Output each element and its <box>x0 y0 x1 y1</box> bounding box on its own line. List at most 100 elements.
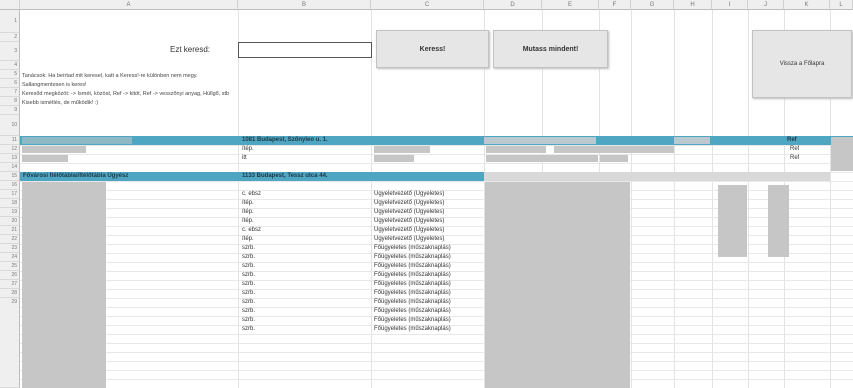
redacted-block <box>22 182 106 388</box>
redacted-block <box>22 137 132 144</box>
select-all-corner[interactable] <box>0 0 20 10</box>
row-header[interactable]: 25 <box>0 262 20 271</box>
row-header[interactable]: 21 <box>0 226 20 235</box>
list-item-col-b: c. ebsz <box>242 227 262 233</box>
list-item-col-c: Ügyeletvezető (Ügyeletes) <box>374 209 445 215</box>
list-item-col-b: szrb. <box>242 326 256 332</box>
list-item-col-b: szrb. <box>242 299 256 305</box>
notes-line: Kisebb ismétlés, de működik! :) <box>22 100 99 106</box>
row-header[interactable]: 6 <box>0 79 20 88</box>
row-header[interactable]: 7 <box>0 88 20 97</box>
list-item-col-b: ítép. <box>242 200 254 206</box>
show-all-button[interactable]: Mutass mindent! <box>493 30 608 68</box>
row-header[interactable]: 2 <box>0 33 20 42</box>
row-header[interactable]: 20 <box>0 217 20 226</box>
list-item-col-b: szrb. <box>242 254 256 260</box>
column-header-j[interactable]: J <box>748 0 784 10</box>
list-item-col-c: Ügyeletvezető (Ügyeletes) <box>374 191 445 197</box>
row-header[interactable]: 5 <box>0 70 20 79</box>
column-header-g[interactable]: G <box>631 0 674 10</box>
row-header[interactable]: 13 <box>0 154 20 163</box>
row-header[interactable]: 24 <box>0 253 20 262</box>
list-item-col-b: szrb. <box>242 245 256 251</box>
row-header[interactable]: 9 <box>0 106 20 115</box>
list-item-col-c: Főügyeletes (műszaknaplás) <box>374 263 451 269</box>
row-13-b: 1133 Budapest, Tessz utca 44. <box>242 173 328 179</box>
redacted-block <box>768 185 789 257</box>
row-header[interactable]: 12 <box>0 145 20 154</box>
back-to-home-button[interactable]: Vissza a Főlapra <box>752 30 852 98</box>
row-10-k: Ref <box>787 137 797 143</box>
column-header-i[interactable]: I <box>712 0 748 10</box>
header-band-row-13-ext <box>484 172 830 181</box>
list-item-col-c: Ügyeletvezető (Ügyeletes) <box>374 218 445 224</box>
row-header[interactable]: 18 <box>0 199 20 208</box>
row-header[interactable]: 29 <box>0 298 20 388</box>
redacted-block <box>600 155 628 162</box>
list-item-col-b: ítép. <box>242 236 254 242</box>
redacted-block <box>554 146 674 153</box>
list-item-col-c: Főügyeletes (műszaknaplás) <box>374 290 451 296</box>
row-header[interactable]: 22 <box>0 235 20 244</box>
list-item-col-c: Főügyeletes (műszaknaplás) <box>374 317 451 323</box>
search-label: Ezt keresd: <box>170 45 211 54</box>
column-header-f[interactable]: F <box>599 0 631 10</box>
row-header[interactable]: 10 <box>0 115 20 136</box>
redacted-block <box>22 146 86 153</box>
notes-line: Keresőd megközöt: -> Ismét, közöst, Ref … <box>22 91 230 97</box>
redacted-block <box>22 155 68 162</box>
row-header[interactable]: 28 <box>0 289 20 298</box>
row-header[interactable]: 14 <box>0 163 20 172</box>
list-item-col-c: Főügyeletes (műszaknaplás) <box>374 326 451 332</box>
notes-line: Sallangmentesen is keres! <box>22 82 87 88</box>
row-header[interactable]: 27 <box>0 280 20 289</box>
row-header[interactable]: 15 <box>0 172 20 181</box>
column-header-l[interactable]: L <box>830 0 853 10</box>
row-10-address: 1081 Budapest, Szőnyleo u. 1. <box>242 137 328 143</box>
row-header[interactable]: 17 <box>0 190 20 199</box>
redacted-block <box>374 146 430 153</box>
redacted-block <box>484 137 596 144</box>
row-header[interactable]: 26 <box>0 271 20 280</box>
row-12-k: Ref <box>790 155 800 161</box>
row-header[interactable]: 23 <box>0 244 20 253</box>
row-header[interactable]: 11 <box>0 136 20 145</box>
spreadsheet: A B C D E F G H I J K L 1 2 3 4 5 6 7 8 … <box>0 0 853 388</box>
list-item-col-b: szrb. <box>242 281 256 287</box>
redacted-block <box>718 185 747 257</box>
redacted-block <box>374 155 414 162</box>
header-band-row-10 <box>20 136 853 145</box>
list-item-col-c: Ügyeletvezető (Ügyeletes) <box>374 200 445 206</box>
list-item-col-c: Főügyeletes (műszaknaplás) <box>374 272 451 278</box>
list-item-col-c: Főügyeletes (műszaknaplás) <box>374 254 451 260</box>
column-header-c[interactable]: C <box>371 0 484 10</box>
list-item-col-b: szrb. <box>242 272 256 278</box>
redacted-block <box>486 146 546 153</box>
column-header-k[interactable]: K <box>784 0 830 10</box>
column-header-b[interactable]: B <box>238 0 371 10</box>
list-item-col-b: szrb. <box>242 317 256 323</box>
row-11-k: Ref <box>790 146 800 152</box>
column-header-d[interactable]: D <box>484 0 542 10</box>
list-item-col-c: Ügyeletvezető (Ügyeletes) <box>374 227 445 233</box>
search-button[interactable]: Keress! <box>376 30 489 68</box>
row-header[interactable]: 16 <box>0 181 20 190</box>
redacted-block <box>831 137 853 171</box>
list-item-col-b: szrb. <box>242 263 256 269</box>
list-item-col-b: c. ebsz <box>242 191 262 197</box>
list-item-col-b: ítép. <box>242 209 254 215</box>
search-input[interactable] <box>238 42 372 58</box>
row-header[interactable]: 8 <box>0 97 20 106</box>
row-header[interactable]: 3 <box>0 42 20 61</box>
row-header[interactable]: 19 <box>0 208 20 217</box>
column-header-h[interactable]: H <box>674 0 712 10</box>
redacted-block <box>674 137 710 144</box>
redacted-block <box>485 182 630 388</box>
column-header-e[interactable]: E <box>542 0 599 10</box>
row-13-a: Fővárosi Ítélőtáblai/Ítélőtábla Ügyész <box>23 173 129 179</box>
row-header[interactable]: 1 <box>0 10 20 33</box>
redacted-block <box>486 155 598 162</box>
row-header[interactable]: 4 <box>0 61 20 70</box>
column-header-a[interactable]: A <box>20 0 238 10</box>
list-item-col-b: szrb. <box>242 290 256 296</box>
